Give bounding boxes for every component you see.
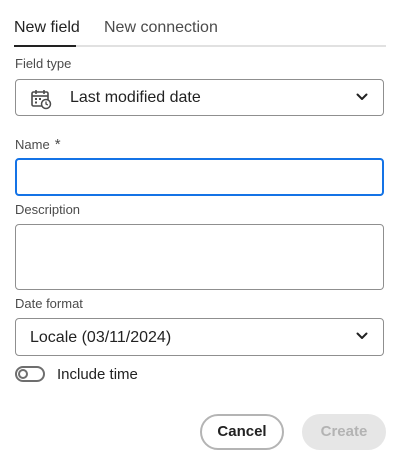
- toggle-knob: [18, 369, 28, 379]
- create-button[interactable]: Create: [302, 414, 386, 450]
- date-format-value: Locale (03/11/2024): [30, 329, 172, 346]
- field-type-label: Field type: [15, 56, 72, 71]
- chevron-down-icon: [356, 332, 368, 339]
- description-textarea[interactable]: [15, 224, 384, 290]
- required-asterisk: *: [54, 136, 61, 153]
- cancel-button[interactable]: Cancel: [200, 414, 284, 450]
- include-time-toggle[interactable]: [15, 366, 45, 382]
- calendar-clock-icon: [30, 88, 52, 110]
- field-type-value: Last modified date: [70, 89, 201, 106]
- name-label: Name *: [15, 136, 61, 153]
- field-type-select[interactable]: Last modified date: [15, 79, 384, 116]
- description-label: Description: [15, 202, 81, 217]
- date-format-select[interactable]: Locale (03/11/2024): [15, 318, 384, 356]
- active-tab-indicator: [14, 45, 76, 47]
- include-time-label: Include time: [57, 366, 138, 383]
- name-input[interactable]: [15, 158, 384, 196]
- tab-new-connection[interactable]: New connection: [104, 19, 218, 37]
- chevron-down-icon: [356, 93, 368, 100]
- date-format-label: Date format: [15, 296, 83, 311]
- tab-bar: New field New connection: [14, 0, 386, 47]
- name-label-text: Name: [15, 137, 50, 152]
- tab-new-field[interactable]: New field: [14, 19, 80, 37]
